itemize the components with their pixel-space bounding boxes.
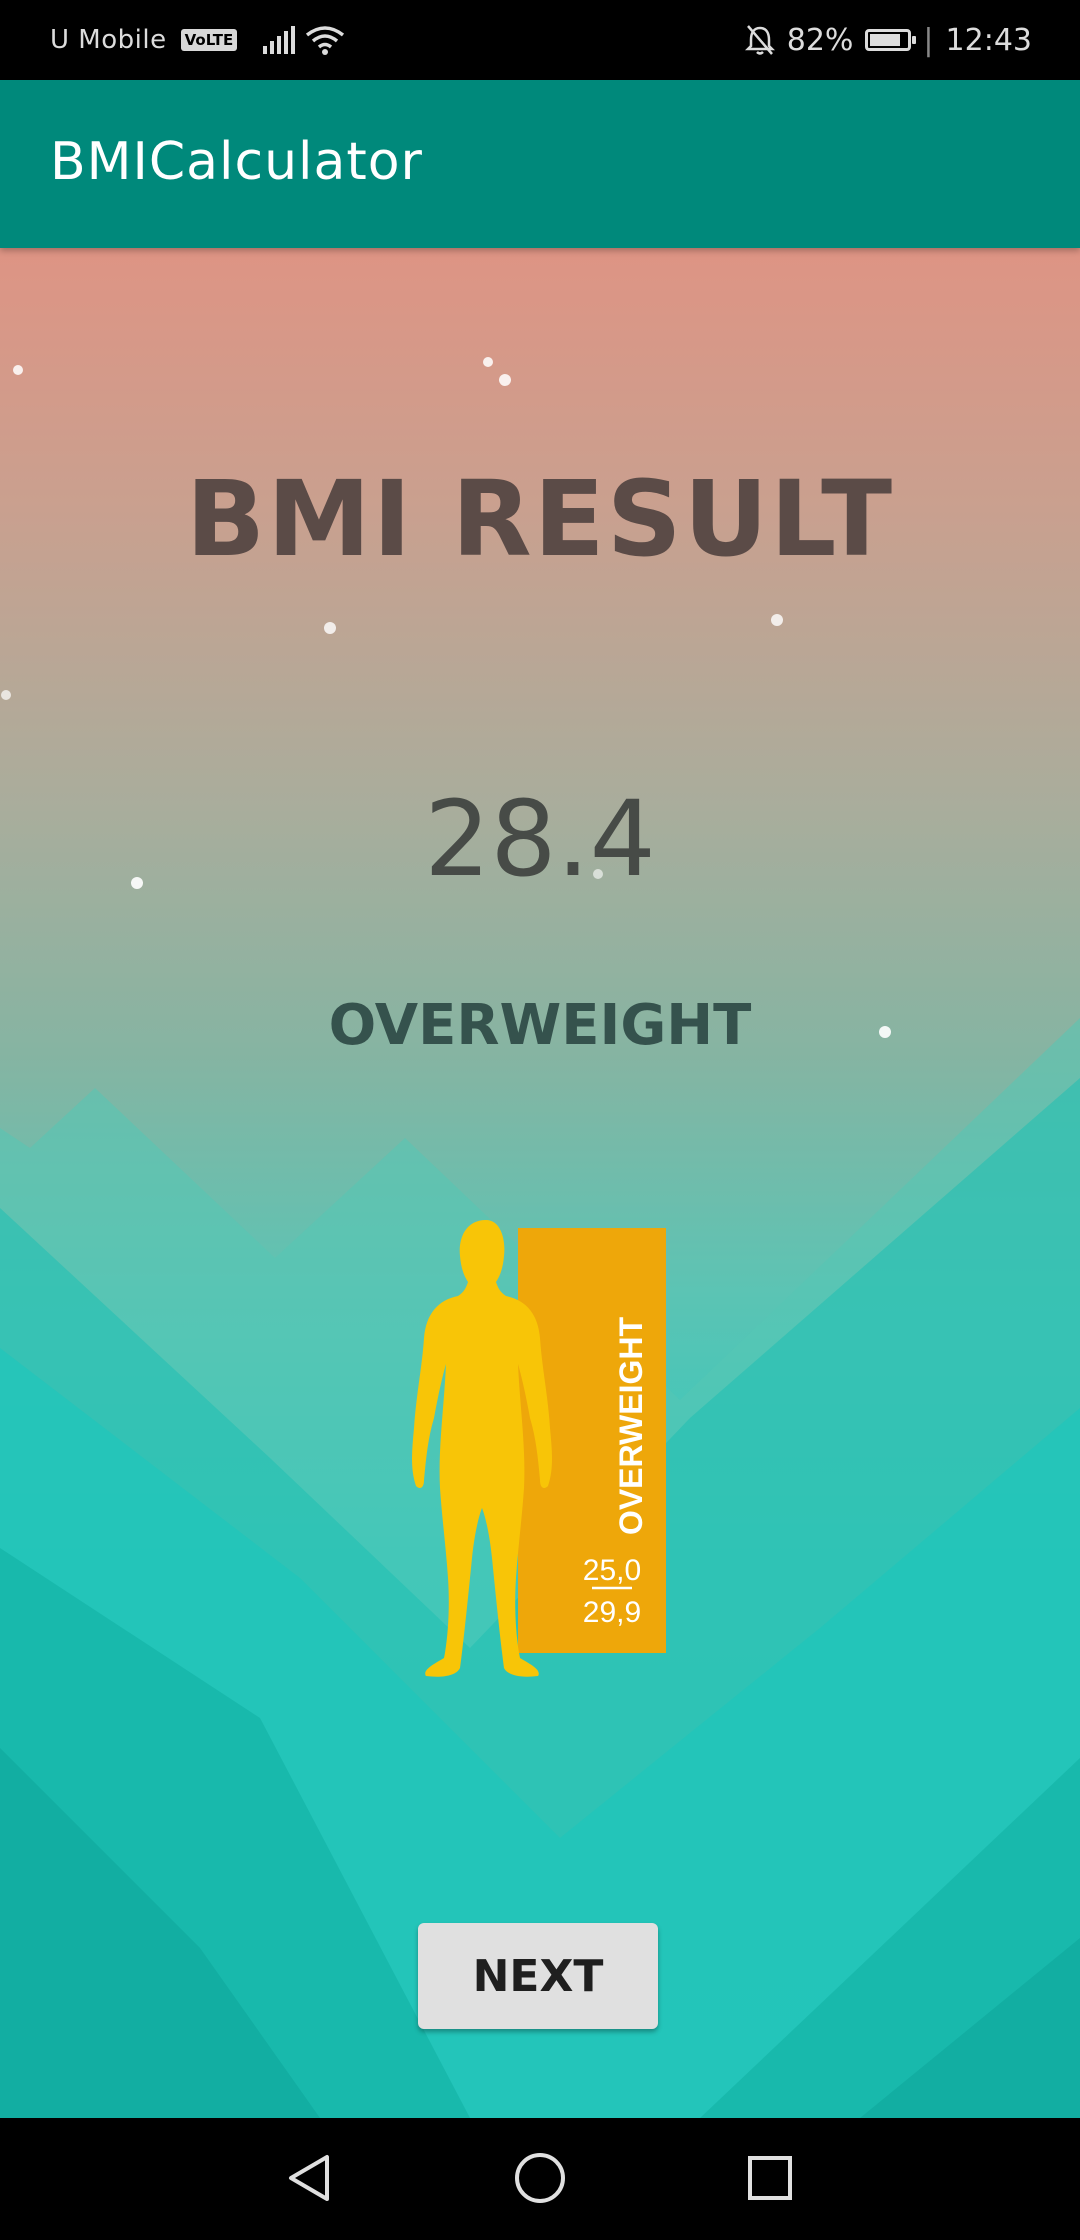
alarm-off-icon [744,25,775,55]
battery-percent: 82% [786,22,854,58]
signal-icon [263,26,296,54]
carrier-name: U Mobile [50,25,167,55]
battery-icon [865,29,917,51]
app-title: BMICalculator [50,132,423,192]
status-left: U Mobile VoLTE [50,0,345,80]
home-button[interactable] [508,2146,572,2210]
status-right: 82% | 12:43 [744,0,1032,80]
back-button[interactable] [278,2146,342,2210]
range-low: 25,0 [583,1554,641,1587]
result-heading: BMI RESULT [185,458,895,580]
home-circle-icon [515,2153,565,2203]
status-bar: U Mobile VoLTE 82% | 12:43 [0,0,1080,80]
volte-badge: VoLTE [180,29,238,51]
bmi-category: OVERWEIGHT [328,993,752,1058]
battery-level [870,34,901,46]
wifi-icon [306,26,345,55]
clock: 12:43 [945,22,1032,58]
overweight-body-figure: OVERWEIGHT 25,0 29,9 [412,1220,666,1677]
next-button[interactable]: NEXT [418,1923,658,2029]
recents-square-icon [748,2156,792,2200]
back-triangle-icon [289,2155,329,2201]
result-screen: BMI RESULT 28.4 OVERWEIGHT OVERWEIGHT 25… [0,248,1080,2118]
bmi-value: 28.4 [424,778,656,900]
banner-label: OVERWEIGHT [613,1317,649,1536]
recents-button[interactable] [738,2146,802,2210]
range-high: 29,9 [583,1596,641,1629]
app-bar: BMICalculator [0,80,1080,248]
status-divider: | [923,22,934,58]
navigation-bar [0,2118,1080,2240]
